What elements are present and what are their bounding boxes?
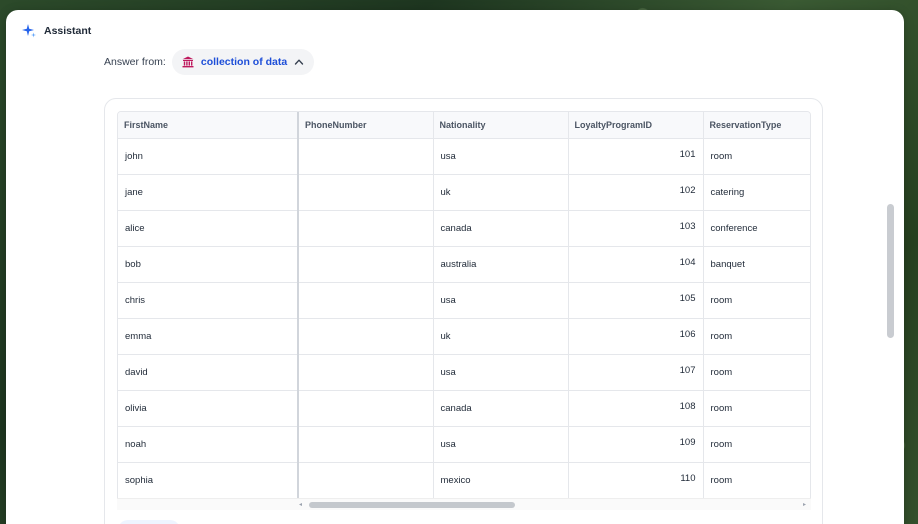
table-cell: [298, 354, 434, 391]
table-cell: uk: [433, 318, 569, 355]
table-cell: room: [703, 462, 810, 499]
table-cell: [298, 282, 434, 319]
table-cell: 104: [568, 246, 704, 283]
table-cell: chris: [118, 282, 299, 319]
table-cell: room: [703, 426, 810, 463]
table-cell: [298, 138, 434, 175]
results-card: FirstName PhoneNumber Nationality LoyaltyPr…: [104, 98, 823, 524]
table-cell: [298, 390, 434, 427]
table-cell: usa: [433, 426, 569, 463]
table-cell: olivia: [118, 390, 299, 427]
column-header[interactable]: LoyaltyProgramID: [568, 112, 704, 139]
column-header[interactable]: PhoneNumber: [298, 112, 434, 139]
horizontal-scrollbar[interactable]: ◂ ▸: [117, 498, 811, 510]
table-cell: usa: [433, 282, 569, 319]
horizontal-scroll-thumb[interactable]: [309, 502, 515, 508]
table-row[interactable]: bob australia 104 banquet: [118, 246, 810, 283]
bank-icon: [182, 56, 194, 68]
table-cell: room: [703, 354, 810, 391]
panel-header: Assistant: [22, 22, 91, 40]
table-cell: room: [703, 282, 810, 319]
table-cell: 108: [568, 390, 704, 427]
table-cell: 102: [568, 174, 704, 211]
table-cell: uk: [433, 174, 569, 211]
table-cell: 110: [568, 462, 704, 499]
table-cell: room: [703, 138, 810, 175]
table-row[interactable]: jane uk 102 catering: [118, 174, 810, 211]
table-body: john usa 101 room jane uk 102 catering alice cana…: [118, 138, 810, 499]
results-table-container[interactable]: FirstName PhoneNumber Nationality LoyaltyPr…: [117, 111, 811, 510]
column-header[interactable]: FirstName: [118, 112, 299, 139]
table-cell: room: [703, 318, 810, 355]
table-cell: 106: [568, 318, 704, 355]
table-cell: usa: [433, 138, 569, 175]
table-row[interactable]: david usa 107 room: [118, 354, 810, 391]
table-cell: noah: [118, 426, 299, 463]
table-row[interactable]: john usa 101 room: [118, 138, 810, 175]
table-cell: [298, 174, 434, 211]
table-cell: sophia: [118, 462, 299, 499]
table-cell: 101: [568, 138, 704, 175]
table-cell: canada: [433, 390, 569, 427]
table-row[interactable]: olivia canada 108 room: [118, 390, 810, 427]
vertical-scroll-thumb[interactable]: [887, 204, 894, 338]
source-label: collection of data: [200, 56, 288, 68]
table-cell: bob: [118, 246, 299, 283]
scroll-left-icon[interactable]: ◂: [299, 501, 302, 508]
table-row[interactable]: noah usa 109 room: [118, 426, 810, 463]
table-cell: emma: [118, 318, 299, 355]
assistant-panel: Assistant Answer from: collection of dat…: [6, 10, 904, 524]
table-cell: banquet: [703, 246, 810, 283]
table-cell: [298, 462, 434, 499]
table-row[interactable]: alice canada 103 conference: [118, 210, 810, 247]
sparkle-icon: [22, 24, 36, 38]
table-cell: [298, 210, 434, 247]
table-cell: david: [118, 354, 299, 391]
source-selector[interactable]: collection of data: [171, 49, 315, 75]
table-cell: conference: [703, 210, 810, 247]
column-header[interactable]: Nationality: [433, 112, 569, 139]
answer-from-row: Answer from: collection of data: [104, 49, 315, 75]
table-cell: catering: [703, 174, 810, 211]
table-row[interactable]: sophia mexico 110 room: [118, 462, 810, 499]
table-cell: 107: [568, 354, 704, 391]
table-cell: jane: [118, 174, 299, 211]
table-cell: john: [118, 138, 299, 175]
chevron-up-icon: [295, 59, 304, 65]
column-header[interactable]: ReservationType: [703, 112, 810, 139]
scroll-right-icon[interactable]: ▸: [803, 501, 806, 508]
table-cell: usa: [433, 354, 569, 391]
table-cell: canada: [433, 210, 569, 247]
table-cell: mexico: [433, 462, 569, 499]
answer-from-label: Answer from:: [104, 56, 166, 68]
table-cell: australia: [433, 246, 569, 283]
table-cell: [298, 426, 434, 463]
table-cell: [298, 246, 434, 283]
action-button[interactable]: [118, 520, 180, 524]
panel-title: Assistant: [44, 25, 92, 37]
table-cell: alice: [118, 210, 299, 247]
table-cell: 103: [568, 210, 704, 247]
table-cell: [298, 318, 434, 355]
table-cell: 105: [568, 282, 704, 319]
table-header-row: FirstName PhoneNumber Nationality LoyaltyPr…: [118, 112, 810, 139]
table-row[interactable]: emma uk 106 room: [118, 318, 810, 355]
table-cell: room: [703, 390, 810, 427]
table-cell: 109: [568, 426, 704, 463]
table-row[interactable]: chris usa 105 room: [118, 282, 810, 319]
results-table: FirstName PhoneNumber Nationality LoyaltyPr…: [118, 112, 810, 499]
